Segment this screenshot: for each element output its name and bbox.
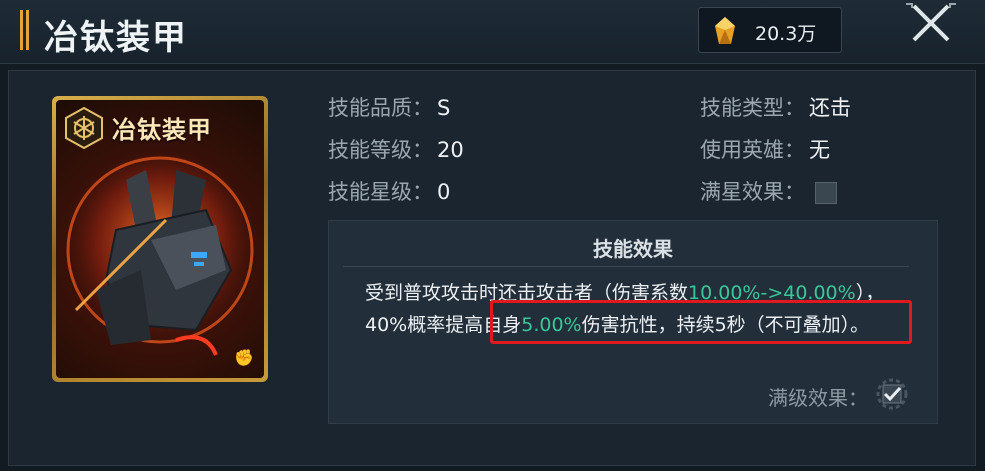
maxlevel-checkbox[interactable] — [876, 378, 908, 410]
hero-row: 使用英雄：无 — [700, 134, 830, 164]
skill-quality-row: 技能品质： S — [328, 92, 450, 122]
skill-card: 冶钛装甲 ✊ — [52, 96, 268, 382]
hexagon-emblem-icon — [65, 106, 103, 150]
armor-mech-illustration — [64, 154, 256, 356]
skill-card-art-frame: 冶钛装甲 ✊ — [56, 100, 264, 378]
skill-type-label: 技能类型： — [700, 96, 805, 120]
fullstar-checkbox[interactable] — [815, 182, 837, 204]
effect-divider — [343, 266, 909, 267]
skill-type-row: 技能类型： 还击 — [700, 92, 851, 122]
effect-title: 技能效果 — [593, 237, 673, 261]
skill-star-value: 0 — [437, 180, 451, 204]
fullstar-label: 满星效果： — [700, 180, 805, 204]
skill-level-label: 技能等级： — [328, 138, 433, 162]
fullstar-row: 满星效果： — [700, 176, 837, 206]
skill-level-row: 技能等级： 20 — [328, 134, 464, 164]
hero-label: 使用英雄： — [700, 138, 805, 162]
close-button[interactable] — [898, 0, 964, 46]
fist-icon: ✊ — [234, 348, 254, 367]
effect-description: 受到普攻攻击时还击攻击者（伤害系数10.00%->40.00%），40%概率提高… — [365, 277, 909, 341]
effect-text-part3: 伤害抗性，持续5秒（不可叠加）。 — [581, 314, 870, 336]
title-stripe-decoration — [20, 10, 30, 50]
skill-type-value: 还击 — [809, 96, 851, 120]
currency-amount: 20.3万 — [755, 23, 817, 45]
skill-level-value: 20 — [437, 138, 464, 162]
top-bar: 冶钛装甲 20.3万 — [0, 0, 985, 64]
currency-display: 20.3万 — [698, 7, 842, 53]
skill-star-label: 技能星级： — [328, 180, 433, 204]
amber-crystal-icon — [715, 17, 735, 44]
skill-quality-value: S — [437, 96, 451, 120]
close-icon — [906, 3, 956, 42]
maxlevel-label: 满级效果： — [768, 386, 868, 410]
skill-quality-label: 技能品质： — [328, 96, 433, 120]
effect-text-part1: 受到普攻攻击时还击攻击者（伤害系数 — [365, 282, 689, 304]
effect-coefficient-range: 10.00%->40.00% — [688, 282, 856, 304]
page-title: 冶钛装甲 — [44, 18, 188, 58]
effect-resistance-value: 5.00% — [521, 314, 582, 336]
skill-star-row: 技能星级： 0 — [328, 176, 450, 206]
skill-card-name: 冶钛装甲 — [112, 115, 212, 144]
hero-value: 无 — [809, 138, 830, 162]
